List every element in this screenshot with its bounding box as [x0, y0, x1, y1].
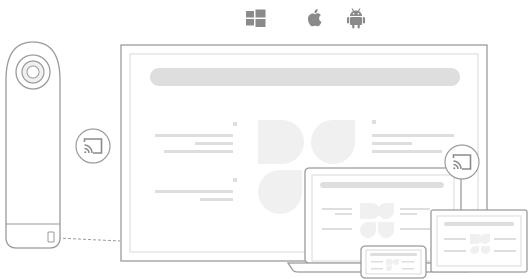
header-bar-placeholder — [150, 68, 460, 86]
cast-icon — [444, 144, 480, 180]
connection-line — [57, 237, 121, 242]
illustration — [5, 41, 528, 279]
monitor — [430, 209, 528, 273]
speaker-camera-device — [5, 41, 61, 249]
leaf-logo — [258, 120, 304, 164]
tablet — [360, 245, 427, 279]
cast-icon — [75, 128, 111, 164]
